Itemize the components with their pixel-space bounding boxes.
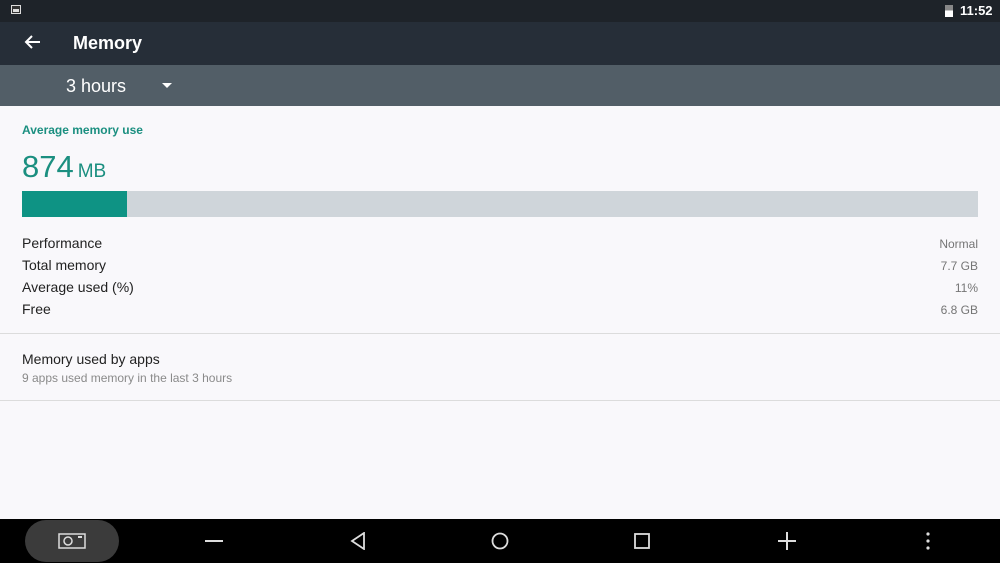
back-button[interactable] — [22, 31, 44, 53]
volume-up-icon — [778, 532, 796, 550]
back-icon — [350, 532, 365, 550]
stat-row-total-memory: Total memory 7.7 GB — [22, 257, 978, 279]
apps-item-title: Memory used by apps — [22, 351, 160, 367]
memory-usage-bar — [22, 191, 978, 217]
stat-row-average-used: Average used (%) 11% — [22, 279, 978, 301]
status-bar: 11:52 — [0, 0, 1000, 22]
stat-label: Average used (%) — [22, 279, 134, 295]
more-icon — [926, 532, 930, 550]
memory-usage-bar-fill — [22, 191, 128, 217]
memory-used-by-apps-item[interactable]: Memory used by apps 9 apps used memory i… — [0, 334, 1000, 400]
volume-up-button[interactable] — [757, 519, 817, 563]
home-icon — [491, 532, 509, 550]
app-bar: Memory — [0, 22, 1000, 65]
apps-item-subtitle: 9 apps used memory in the last 3 hours — [22, 371, 233, 385]
stat-row-free: Free 6.8 GB — [22, 301, 978, 323]
divider — [0, 400, 1000, 401]
volume-down-button[interactable] — [184, 519, 244, 563]
stat-value: 11% — [954, 281, 978, 295]
dropdown-caret-icon — [162, 83, 172, 88]
back-nav-button[interactable] — [328, 519, 388, 563]
stat-value: 6.8 GB — [940, 303, 978, 317]
screenshot-button[interactable] — [25, 520, 119, 562]
average-memory-number: 874 — [22, 149, 74, 184]
page-title: Memory — [73, 33, 143, 53]
average-memory-unit: MB — [77, 161, 107, 182]
stat-value: 7.7 GB — [940, 259, 978, 273]
average-memory-value: 874 MB — [22, 149, 106, 185]
navigation-bar — [0, 519, 1000, 563]
home-button[interactable] — [470, 519, 530, 563]
recents-icon — [634, 533, 650, 549]
stat-label: Total memory — [22, 257, 107, 273]
stat-row-performance: Performance Normal — [22, 235, 978, 257]
stat-label: Free — [22, 301, 51, 317]
arrow-left-icon — [24, 35, 40, 49]
battery-icon — [945, 5, 953, 17]
stat-value: Normal — [939, 237, 978, 251]
memory-stats: Performance Normal Total memory 7.7 GB A… — [22, 235, 978, 323]
time-range-value: 3 hours — [66, 76, 127, 96]
clock: 11:52 — [960, 3, 993, 18]
screenshot-icon — [58, 533, 86, 549]
stat-label: Performance — [22, 235, 103, 251]
average-memory-label: Average memory use — [22, 123, 143, 137]
more-button[interactable] — [898, 519, 958, 563]
volume-down-icon — [205, 540, 223, 542]
recents-button[interactable] — [612, 519, 672, 563]
image-notification-icon — [11, 5, 21, 14]
time-range-select[interactable]: 3 hours — [66, 65, 186, 106]
memory-content: Average memory use 874 MB Performance Nor… — [0, 106, 1000, 519]
filter-bar: 3 hours — [0, 65, 1000, 106]
